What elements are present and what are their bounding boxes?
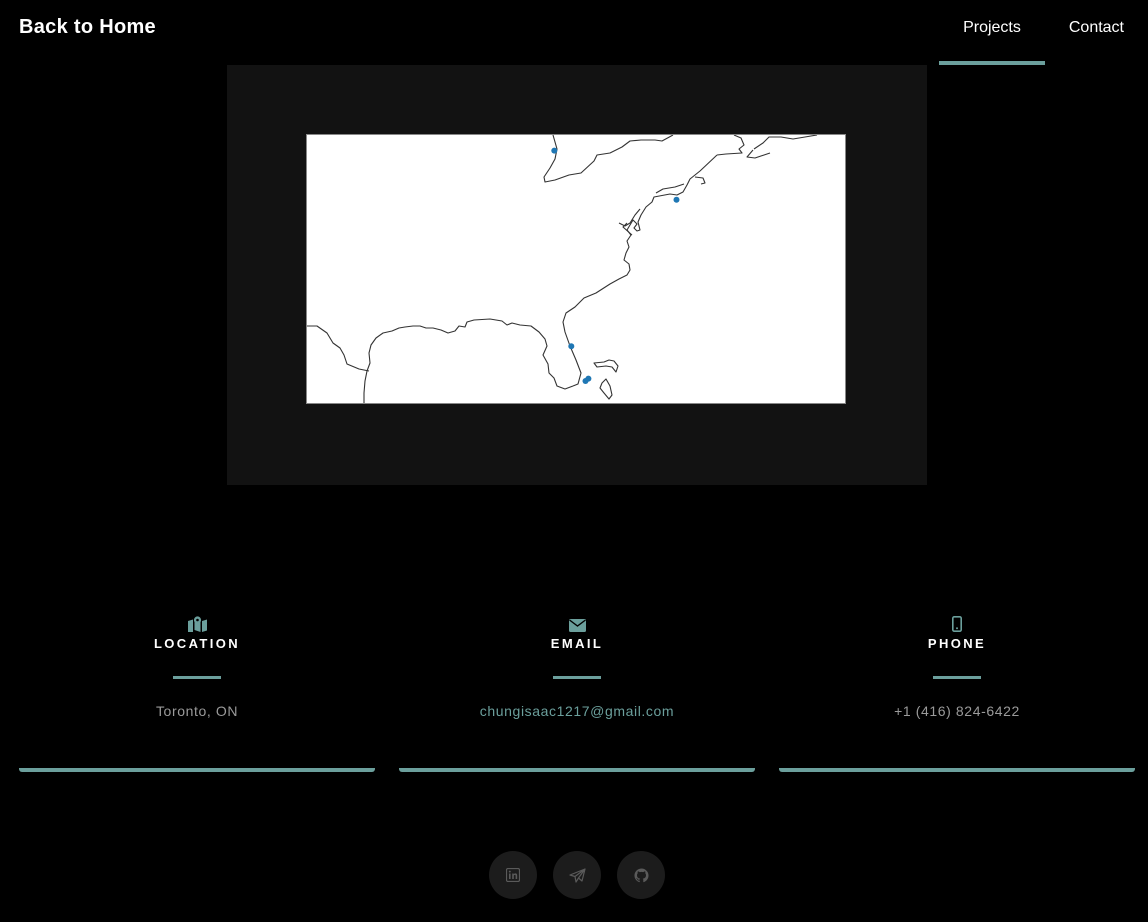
map-panel bbox=[227, 65, 927, 485]
github-icon bbox=[633, 867, 649, 882]
email-title: EMAIL bbox=[550, 636, 604, 651]
map-point[interactable] bbox=[582, 378, 589, 384]
coastline-northeast bbox=[716, 135, 745, 156]
coastline-maritime bbox=[746, 135, 818, 159]
paper-plane-icon bbox=[568, 867, 586, 883]
github-button[interactable] bbox=[617, 851, 665, 899]
mobile-phone-icon bbox=[779, 600, 1135, 632]
coastline-texas bbox=[307, 325, 370, 372]
linkedin-button[interactable] bbox=[489, 851, 537, 899]
nav-link-contact[interactable]: Contact bbox=[1045, 0, 1148, 65]
coastline-east bbox=[562, 154, 718, 387]
telegram-button[interactable] bbox=[553, 851, 601, 899]
location-title: LOCATION bbox=[153, 636, 241, 651]
contact-phone-card: PHONE +1 (416) 824-6422 bbox=[779, 600, 1135, 772]
island-small bbox=[599, 378, 613, 400]
contact-location-card: LOCATION Toronto, ON bbox=[19, 600, 375, 772]
email-link[interactable]: chungisaac1217@gmail.com bbox=[399, 703, 755, 719]
email-divider bbox=[553, 676, 601, 679]
location-divider bbox=[173, 676, 221, 679]
island-bahamas bbox=[593, 359, 619, 373]
location-card-bar bbox=[19, 768, 375, 772]
nav-links: Projects Contact bbox=[939, 0, 1148, 65]
coastline-lake bbox=[543, 135, 674, 183]
map-point[interactable] bbox=[568, 343, 575, 350]
phone-value: +1 (416) 824-6422 bbox=[894, 703, 1020, 719]
back-to-home-link[interactable]: Back to Home bbox=[19, 16, 156, 39]
coastline-gulf bbox=[363, 318, 574, 403]
nav-link-projects[interactable]: Projects bbox=[939, 0, 1045, 65]
email-card-bar bbox=[399, 768, 755, 772]
map-point[interactable] bbox=[673, 196, 680, 203]
phone-divider bbox=[933, 676, 981, 679]
map-marked-icon bbox=[19, 600, 375, 632]
map-points bbox=[551, 147, 680, 384]
envelope-icon bbox=[399, 600, 755, 632]
coastline-longisland bbox=[655, 176, 706, 194]
phone-title: PHONE bbox=[927, 636, 987, 651]
map-point[interactable] bbox=[551, 147, 558, 154]
top-nav: Back to Home Projects Contact bbox=[0, 0, 1148, 65]
location-value: Toronto, ON bbox=[155, 703, 239, 719]
contact-email-card: EMAIL chungisaac1217@gmail.com bbox=[399, 600, 755, 772]
map[interactable] bbox=[306, 134, 846, 404]
social-links bbox=[489, 851, 665, 899]
phone-card-bar bbox=[779, 768, 1135, 772]
linkedin-icon bbox=[506, 868, 520, 882]
map-svg bbox=[307, 135, 818, 403]
